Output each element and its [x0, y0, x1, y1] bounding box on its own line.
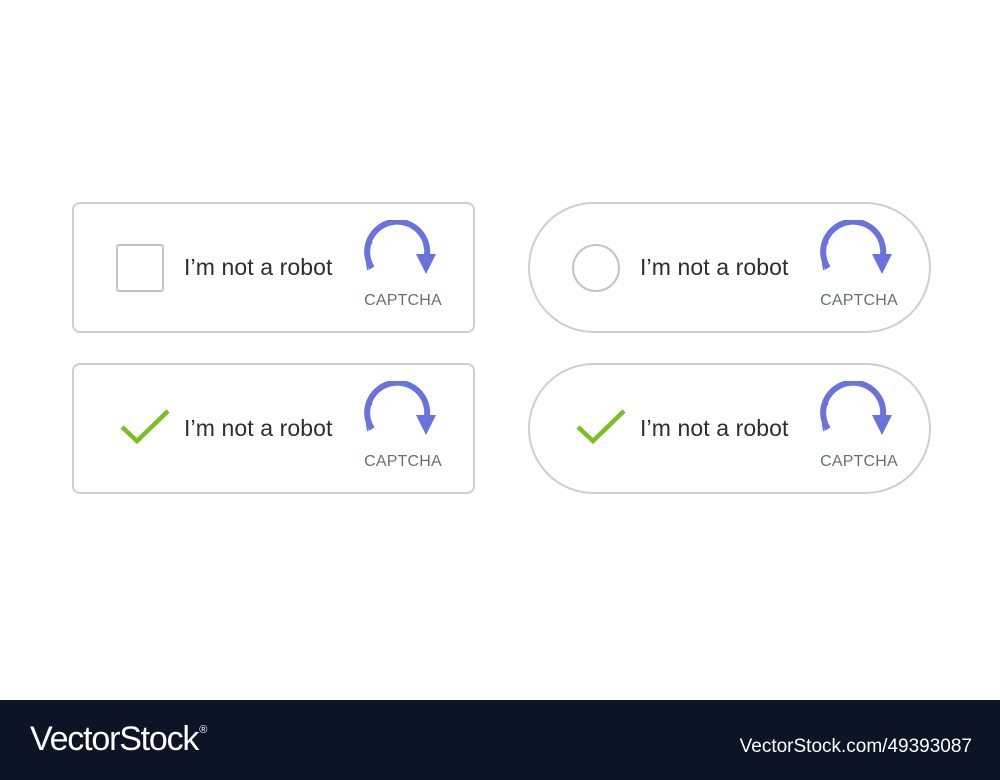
- captcha-refresh-icon: [364, 381, 436, 435]
- captcha-widget-radio: I’m not a robot CAPTCHA: [528, 202, 931, 333]
- captcha-brand-text: CAPTCHA: [364, 453, 442, 470]
- captcha-label: I’m not a robot: [184, 415, 333, 441]
- captcha-label: I’m not a robot: [640, 415, 789, 441]
- captcha-widget-verified: I’m not a robot CAPTCHA: [72, 363, 475, 494]
- registered-mark: ®: [199, 724, 208, 736]
- footer-bar: VectorStock® VectorStock.com/49393087: [0, 700, 1000, 780]
- brand-logo: VectorStock®: [30, 720, 207, 759]
- captcha-brand-text: CAPTCHA: [820, 292, 898, 309]
- brand-name: VectorStock: [30, 720, 199, 758]
- checkbox[interactable]: [116, 244, 164, 292]
- captcha-brand-text: CAPTCHA: [820, 453, 898, 470]
- checkmark-icon[interactable]: [576, 409, 626, 445]
- captcha-label: I’m not a robot: [640, 254, 789, 280]
- captcha-refresh-icon: [820, 381, 892, 435]
- image-id: VectorStock.com/49393087: [739, 736, 972, 757]
- captcha-label: I’m not a robot: [184, 254, 333, 280]
- captcha-refresh-icon: [820, 220, 892, 274]
- captcha-widget-checkbox: I’m not a robot CAPTCHA: [72, 202, 475, 333]
- captcha-refresh-icon: [364, 220, 436, 274]
- captcha-widget-verified-pill: I’m not a robot CAPTCHA: [528, 363, 931, 494]
- checkmark-icon[interactable]: [120, 409, 170, 445]
- radio-button[interactable]: [572, 244, 620, 292]
- captcha-brand-text: CAPTCHA: [364, 292, 442, 309]
